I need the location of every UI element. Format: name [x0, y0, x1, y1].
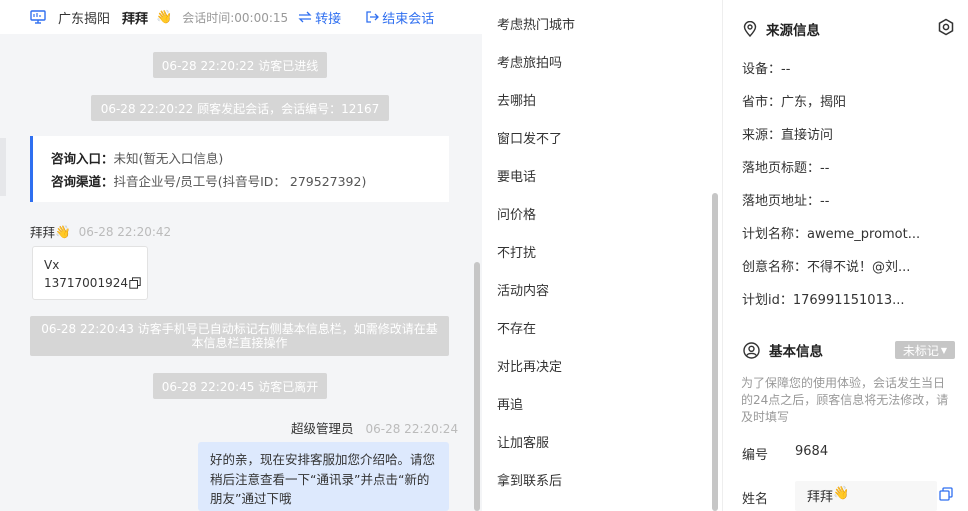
- visitor-location: 广东揭阳: [58, 11, 111, 27]
- source-device: 设备：--: [742, 62, 791, 77]
- agent-message-name: 超级管理员: [291, 421, 354, 436]
- agent-message-time: 06-28 22:20:24: [365, 422, 459, 436]
- source-plan-name: 计划名称：aweme_promot...: [742, 227, 921, 242]
- basic-info-title: 基本信息: [743, 340, 823, 360]
- source-creative-name: 创意名称：不得不说！@刘...: [742, 260, 911, 275]
- source-landing-url: 落地页地址：--: [742, 194, 830, 209]
- quick-reply-item[interactable]: 考虑旅拍吗: [497, 52, 562, 71]
- chat-panel: 广东揭阳 拜拜 👋 会话时间:00:00:15 转接 结束会话 06-28 22…: [0, 0, 482, 511]
- source-province: 省市：广东，揭阳: [742, 95, 847, 110]
- consult-channel: 咨询渠道：抖音企业号/员工号(抖音号ID： 279527392): [51, 174, 367, 189]
- quick-reply-item[interactable]: 窗口发不了: [497, 128, 562, 147]
- visitor-phone-number: 13717001924: [44, 276, 128, 290]
- consult-entry: 咨询入口：未知(暂无入口信息): [51, 151, 224, 166]
- customer-name-field[interactable]: 拜拜 👋: [795, 481, 937, 511]
- mark-status-dropdown[interactable]: 未标记 ▼: [895, 341, 955, 359]
- transfer-button[interactable]: 转接: [298, 8, 341, 27]
- quick-reply-item[interactable]: 考虑热门城市: [497, 14, 575, 33]
- customer-id-value: 9684: [795, 444, 829, 459]
- source-info-title: 来源信息: [743, 19, 820, 39]
- customer-info-panel: 来源信息 设备：-- 省市：广东，揭阳 来源：直接访问 落地页标题：-- 落地页…: [722, 0, 968, 511]
- quick-reply-item[interactable]: 活动内容: [497, 280, 549, 299]
- caret-down-icon: ▼: [940, 345, 948, 355]
- quick-reply-item[interactable]: 不存在: [497, 318, 536, 337]
- transfer-icon: [298, 11, 312, 23]
- quick-reply-item[interactable]: 对比再决定: [497, 356, 562, 375]
- wave-hand-icon: 👋: [55, 223, 71, 239]
- system-message: 06-28 22:20:45 访客已离开: [153, 373, 327, 399]
- source-plan-id: 计划id：176991151013...: [742, 293, 905, 308]
- user-circle-icon: [743, 341, 760, 359]
- visitor-message-line: Vx: [44, 258, 60, 272]
- source-landing-title: 落地页标题：--: [742, 161, 830, 176]
- quick-reply-list: 考虑热门城市 考虑旅拍吗 去哪拍 窗口发不了 要电话 问价格 不打扰 活动内容 …: [482, 0, 720, 511]
- visitor-phone-line: 13717001924: [44, 274, 147, 292]
- visitor-message-time: 06-28 22:20:42: [78, 224, 172, 239]
- quick-reply-item[interactable]: 不打扰: [497, 242, 536, 261]
- chat-workspace: 广东揭阳 拜拜 👋 会话时间:00:00:15 转接 结束会话 06-28 22…: [0, 0, 968, 511]
- source-channel: 来源：直接访问: [742, 128, 834, 143]
- system-message: 06-28 22:20:43 访客手机号已自动标记右侧基本信息栏，如需修改请在基…: [30, 316, 449, 356]
- visitor-name: 拜拜: [122, 11, 149, 27]
- visitor-message-name: 拜拜: [30, 225, 56, 240]
- customer-name-label: 姓名: [742, 492, 769, 507]
- quick-reply-item[interactable]: 让加客服: [497, 432, 549, 451]
- agent-message-bubble: 好的亲，现在安排客服加您介绍哈。请您稍后注意查看一下“通讯录”并点击“新的朋友”…: [198, 442, 449, 511]
- quick-reply-item[interactable]: 要电话: [497, 166, 536, 185]
- quick-reply-item[interactable]: 拿到联系后: [497, 470, 562, 489]
- quick-reply-scrollbar[interactable]: [712, 193, 718, 511]
- customer-id-label: 编号: [742, 448, 769, 463]
- chat-scrollbar[interactable]: [474, 262, 480, 511]
- visitor-message-meta: 拜拜 👋 06-28 22:20:42: [30, 222, 171, 241]
- left-edge-strip: [0, 138, 6, 196]
- consult-info-card: 咨询入口：未知(暂无入口信息) 咨询渠道：抖音企业号/员工号(抖音号ID： 27…: [30, 136, 449, 202]
- settings-icon[interactable]: [937, 18, 955, 36]
- chat-header: 广东揭阳 拜拜 👋 会话时间:00:00:15 转接 结束会话: [0, 0, 482, 34]
- visitor-message-bubble: Vx 13717001924: [32, 246, 148, 300]
- quick-reply-item[interactable]: 去哪拍: [497, 90, 536, 109]
- monitor-icon: [30, 10, 46, 24]
- system-message: 06-28 22:20:22 访客已进线: [153, 52, 327, 78]
- session-time: 会话时间:00:00:15: [182, 10, 289, 25]
- agent-message-meta: 超级管理员 06-28 22:20:24: [291, 418, 458, 437]
- basic-info-note: 为了保障您的使用体验，会话发生当日的24点之后，顾客信息将无法修改，请及时填写: [741, 376, 949, 424]
- exit-icon: [366, 11, 380, 23]
- location-pin-icon: [743, 21, 757, 37]
- copy-icon[interactable]: [129, 277, 141, 289]
- quick-reply-item[interactable]: 问价格: [497, 204, 536, 223]
- wave-hand-icon: 👋: [156, 9, 173, 25]
- end-session-button[interactable]: 结束会话: [365, 8, 434, 27]
- system-message: 06-28 22:20:22 顾客发起会话，会话编号：12167: [91, 95, 389, 121]
- customer-name-value: 拜拜: [807, 490, 834, 505]
- quick-reply-item[interactable]: 再追: [497, 394, 523, 413]
- wave-hand-icon: 👋: [833, 486, 850, 501]
- copy-icon[interactable]: [939, 487, 953, 501]
